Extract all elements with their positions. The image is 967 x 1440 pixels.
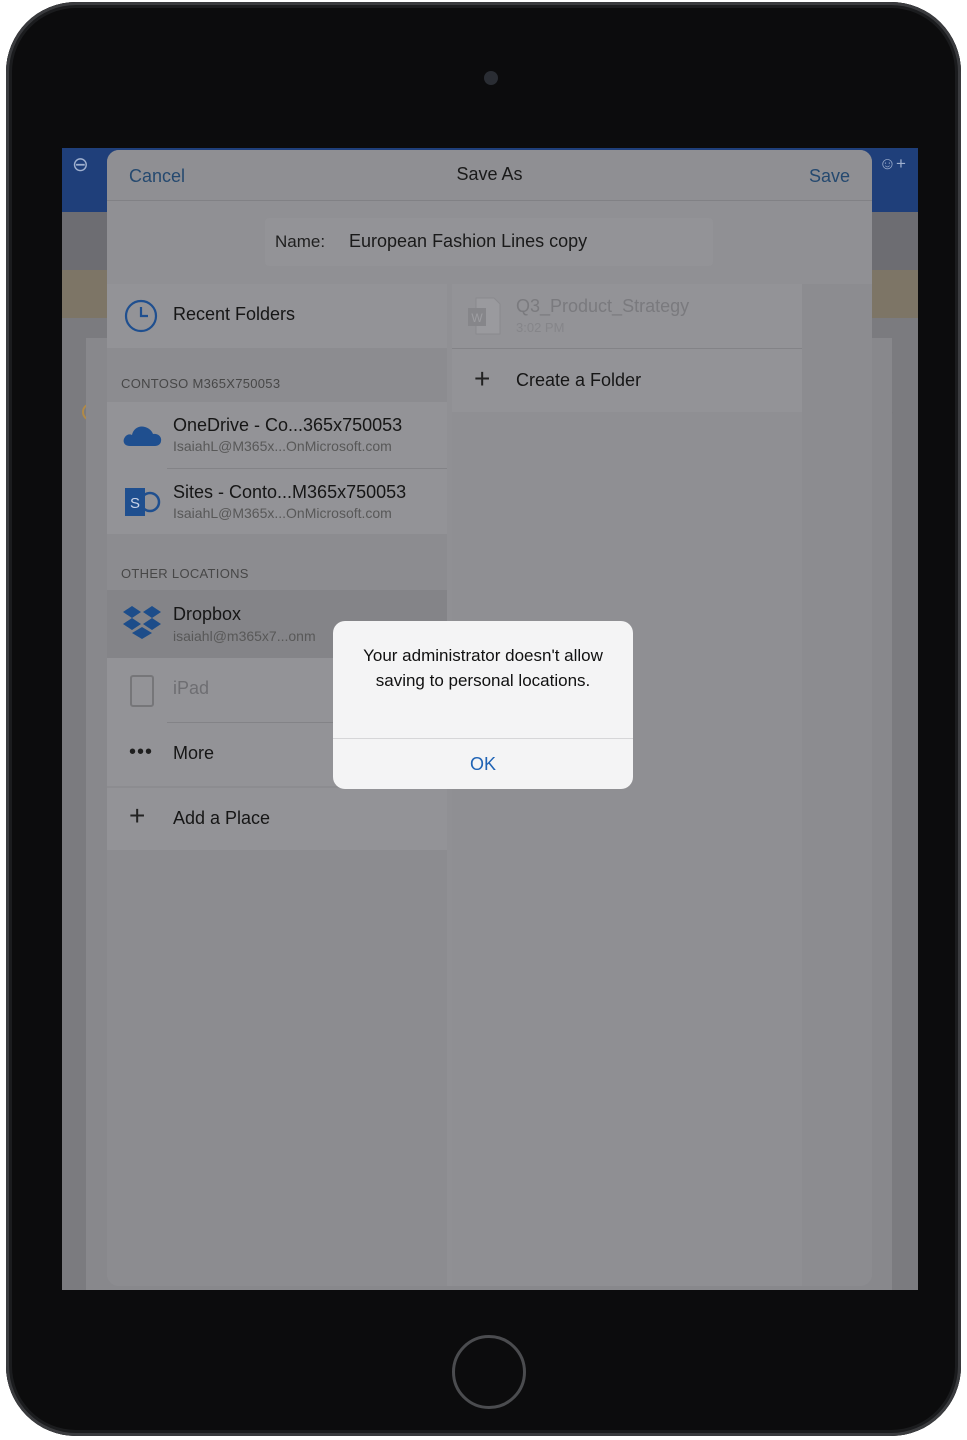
sites-account: IsaiahL@M365x...OnMicrosoft.com [173, 505, 392, 521]
file-name: Q3_Product_Strategy [516, 296, 690, 316]
back-arrow-icon: ⊖ [72, 154, 89, 176]
onedrive-item[interactable]: OneDrive - Co...365x750053 IsaiahL@M365x… [107, 402, 447, 468]
more-title: More [173, 743, 215, 763]
alert-message: Your administrator doesn't allow saving … [363, 646, 603, 690]
plus-icon: + [474, 363, 491, 394]
org-section-header: CONTOSO M365X750053 [121, 376, 281, 391]
svg-text:S: S [130, 495, 140, 512]
sheet-margin [802, 284, 872, 1286]
sharepoint-icon: S [125, 488, 161, 516]
home-button[interactable] [452, 1335, 526, 1409]
add-a-place-item[interactable]: + Add a Place [107, 788, 447, 850]
recent-folders-item[interactable]: Recent Folders [107, 284, 447, 348]
name-label: Name: [275, 232, 326, 251]
create-folder-label: Create a Folder [516, 370, 642, 390]
files-list: W Q3_Product_Strategy 3:02 PM + Create a… [452, 284, 802, 412]
dropbox-title: Dropbox [173, 604, 242, 624]
sharepoint-sites-item[interactable]: S Sites - Conto...M365x750053 IsaiahL@M3… [107, 469, 447, 534]
dialog-title: Save As [456, 164, 523, 184]
onedrive-cloud-icon [123, 426, 162, 446]
ipad-icon [130, 675, 154, 707]
front-camera [484, 71, 498, 85]
word-document-icon: W [468, 297, 501, 335]
file-name-input[interactable]: European Fashion Lines copy [349, 231, 587, 252]
ipad-title: iPad [173, 678, 210, 698]
save-as-nav-bar: Cancel Save As Save [107, 150, 872, 201]
more-dots-icon: ••• [129, 741, 154, 763]
plus-icon: + [129, 800, 146, 831]
svg-text:W: W [471, 311, 483, 325]
file-item[interactable]: W Q3_Product_Strategy 3:02 PM [452, 284, 802, 348]
add-person-icon: ☺+ [878, 154, 906, 173]
admin-restriction-alert: Your administrator doesn't allow saving … [333, 621, 633, 789]
clock-icon [124, 299, 158, 333]
ok-button[interactable]: OK [333, 739, 633, 789]
onedrive-account: IsaiahL@M365x...OnMicrosoft.com [173, 438, 392, 454]
file-name-field[interactable]: Name: European Fashion Lines copy [265, 218, 713, 266]
dropbox-account: isaiahl@m365x7...onm [173, 628, 316, 644]
file-time: 3:02 PM [516, 320, 565, 335]
onedrive-title: OneDrive - Co...365x750053 [173, 415, 403, 435]
org-locations-group: OneDrive - Co...365x750053 IsaiahL@M365x… [107, 402, 447, 534]
create-folder-item[interactable]: + Create a Folder [452, 349, 802, 412]
sites-title: Sites - Conto...M365x750053 [173, 482, 407, 502]
add-place-label: Add a Place [173, 808, 271, 828]
other-section-header: OTHER LOCATIONS [121, 566, 249, 581]
dropbox-icon [123, 606, 161, 639]
recent-folders-label: Recent Folders [173, 304, 296, 324]
save-button[interactable]: Save [809, 166, 850, 187]
